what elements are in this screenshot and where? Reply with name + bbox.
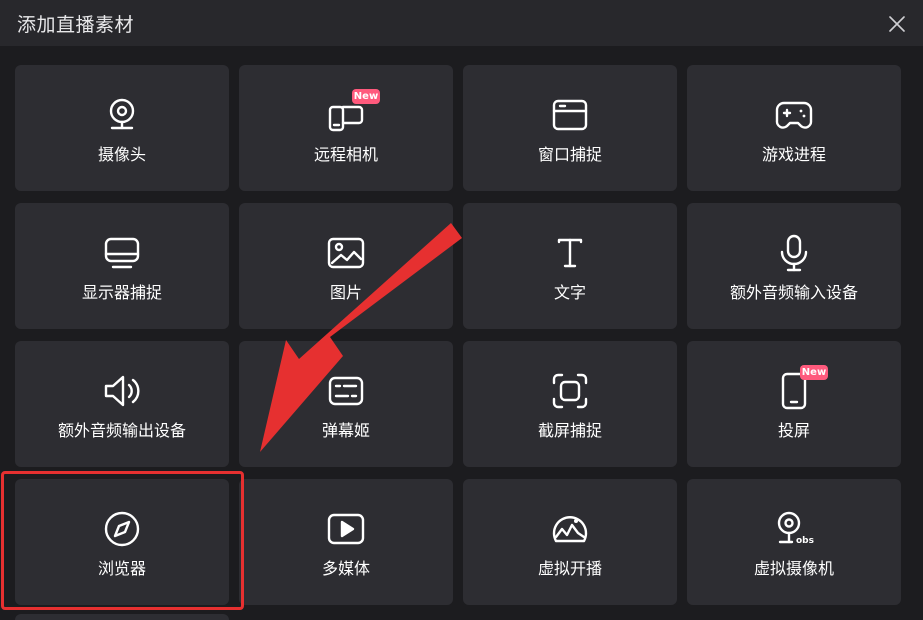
obs-label: obs — [796, 536, 814, 546]
tile-label: 截屏捕捉 — [537, 421, 602, 440]
tile-audio-output[interactable]: 额外音频输出设备 — [15, 341, 229, 467]
obs-camera-icon: obs — [774, 509, 814, 549]
microphone-icon — [774, 233, 814, 273]
danmaku-icon — [326, 371, 366, 411]
tile-label: 摄像头 — [97, 145, 146, 164]
tile-label: 图片 — [329, 283, 362, 302]
speaker-icon — [102, 371, 142, 411]
tile-multimedia[interactable]: 多媒体 — [239, 479, 453, 605]
new-badge: New — [800, 365, 828, 380]
tile-label: 窗口捕捉 — [537, 145, 602, 164]
new-badge: New — [352, 89, 380, 104]
tile-label: 额外音频输入设备 — [729, 283, 858, 302]
tile-label: 远程相机 — [313, 145, 378, 164]
monitor-icon — [102, 233, 142, 273]
tile-label: 额外音频输出设备 — [57, 421, 186, 440]
tile-label: 虚拟摄像机 — [753, 559, 834, 578]
highlight-box — [1, 471, 244, 610]
tile-danmaku[interactable]: 弹幕姬 — [239, 341, 453, 467]
window-capture-icon — [550, 95, 590, 135]
tile-text[interactable]: 文字 — [463, 203, 677, 329]
camera-icon — [102, 95, 142, 135]
play-icon — [326, 509, 366, 549]
tile-screenshot-capture[interactable]: 截屏捕捉 — [463, 341, 677, 467]
virtual-avatar-icon — [550, 509, 590, 549]
tile-label: 弹幕姬 — [321, 421, 370, 440]
tile-label: 文字 — [553, 283, 586, 302]
tile-audio-input[interactable]: 额外音频输入设备 — [687, 203, 901, 329]
image-icon — [326, 233, 366, 273]
tile-monitor-capture[interactable]: 显示器捕捉 — [15, 203, 229, 329]
tile-label: 多媒体 — [321, 559, 370, 578]
gamepad-icon — [774, 95, 814, 135]
tile-screen-cast[interactable]: New 投屏 — [687, 341, 901, 467]
tile-virtual-camera[interactable]: obs 虚拟摄像机 — [687, 479, 901, 605]
text-icon — [550, 233, 590, 273]
next-row-tile-edge — [15, 614, 229, 620]
tile-label: 游戏进程 — [761, 145, 826, 164]
tile-remote-camera[interactable]: New 远程相机 — [239, 65, 453, 191]
tile-camera[interactable]: 摄像头 — [15, 65, 229, 191]
tile-label: 显示器捕捉 — [81, 283, 162, 302]
tile-label: 虚拟开播 — [537, 559, 602, 578]
tile-virtual-live[interactable]: 虚拟开播 — [463, 479, 677, 605]
tile-image[interactable]: 图片 — [239, 203, 453, 329]
screenshot-icon — [550, 371, 590, 411]
tile-game-process[interactable]: 游戏进程 — [687, 65, 901, 191]
tile-window-capture[interactable]: 窗口捕捉 — [463, 65, 677, 191]
tile-label: 投屏 — [777, 421, 810, 440]
